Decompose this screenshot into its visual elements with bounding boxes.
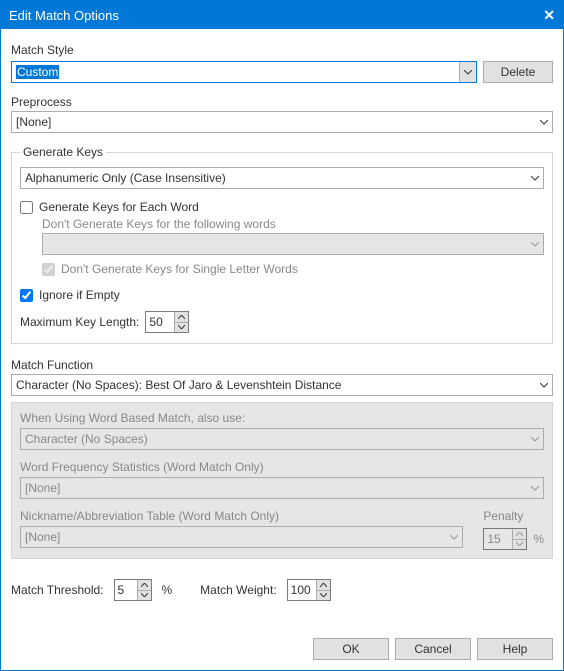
chevron-up-icon[interactable] (138, 580, 151, 590)
action-bar: OK Cancel Help (1, 629, 563, 670)
preprocess-value: [None] (16, 115, 51, 129)
help-button[interactable]: Help (477, 638, 553, 660)
chevron-down-icon[interactable] (175, 322, 188, 333)
title-bar: Edit Match Options ✕ (1, 1, 563, 29)
ignore-empty-label: Ignore if Empty (39, 288, 120, 302)
word-based-value: Character (No Spaces) (25, 432, 148, 446)
match-weight-input[interactable] (288, 580, 316, 600)
each-word-checkbox[interactable] (20, 201, 33, 214)
preprocess-combo[interactable]: [None] (11, 111, 553, 133)
penalty-label: Penalty (483, 509, 544, 526)
match-threshold-stepper[interactable] (114, 579, 152, 601)
close-icon[interactable]: ✕ (543, 7, 555, 24)
freq-stats-combo: [None] (20, 477, 544, 499)
match-function-combo[interactable]: Character (No Spaces): Best Of Jaro & Le… (11, 374, 553, 396)
word-based-combo: Character (No Spaces) (20, 428, 544, 450)
generate-keys-group: Generate Keys Alphanumeric Only (Case In… (11, 145, 553, 344)
delete-button[interactable]: Delete (483, 61, 553, 83)
freq-stats-value: [None] (25, 481, 60, 495)
penalty-stepper (483, 528, 527, 550)
match-weight-label: Match Weight: (200, 583, 276, 597)
match-style-label: Match Style (11, 39, 553, 59)
chevron-down-icon (445, 527, 462, 547)
match-threshold-input[interactable] (115, 580, 137, 600)
match-style-combo[interactable]: Custom (11, 61, 477, 83)
max-key-length-input[interactable] (146, 312, 174, 332)
max-key-length-label: Maximum Key Length: (20, 315, 139, 329)
penalty-pct: % (533, 532, 544, 546)
chevron-down-icon[interactable] (138, 590, 151, 601)
match-style-value: Custom (16, 65, 59, 79)
match-threshold-label: Match Threshold: (11, 583, 104, 597)
single-letter-label: Don't Generate Keys for Single Letter Wo… (61, 262, 298, 276)
chevron-down-icon (513, 539, 526, 550)
single-letter-checkbox (42, 263, 55, 276)
window-title: Edit Match Options (9, 8, 119, 23)
chevron-down-icon (526, 478, 543, 498)
match-function-subgroup: When Using Word Based Match, also use: C… (11, 402, 553, 559)
chevron-down-icon[interactable] (459, 62, 476, 82)
penalty-input (484, 529, 512, 549)
word-based-label: When Using Word Based Match, also use: (20, 411, 544, 428)
nickname-combo: [None] (20, 526, 463, 548)
dialog-content: Match Style Custom Delete Preprocess [No… (1, 29, 563, 629)
generate-keys-value: Alphanumeric Only (Case Insensitive) (25, 171, 226, 185)
chevron-down-icon[interactable] (526, 168, 543, 188)
chevron-up-icon (513, 529, 526, 539)
chevron-down-icon[interactable] (535, 375, 552, 395)
following-words-label: Don't Generate Keys for the following wo… (42, 217, 544, 233)
threshold-pct: % (162, 583, 173, 597)
ok-button[interactable]: OK (313, 638, 389, 660)
each-word-label: Generate Keys for Each Word (39, 200, 199, 214)
nickname-label: Nickname/Abbreviation Table (Word Match … (20, 509, 463, 526)
chevron-down-icon (526, 429, 543, 449)
following-words-combo (42, 233, 544, 255)
chevron-down-icon[interactable] (535, 112, 552, 132)
generate-keys-legend: Generate Keys (20, 145, 106, 159)
chevron-up-icon[interactable] (175, 312, 188, 322)
chevron-up-icon[interactable] (317, 580, 330, 590)
preprocess-label: Preprocess (11, 91, 553, 111)
generate-keys-combo[interactable]: Alphanumeric Only (Case Insensitive) (20, 167, 544, 189)
freq-stats-label: Word Frequency Statistics (Word Match On… (20, 460, 544, 477)
ignore-empty-checkbox[interactable] (20, 289, 33, 302)
nickname-value: [None] (25, 530, 60, 544)
match-function-value: Character (No Spaces): Best Of Jaro & Le… (16, 378, 341, 392)
match-weight-stepper[interactable] (287, 579, 331, 601)
chevron-down-icon (526, 234, 543, 254)
cancel-button[interactable]: Cancel (395, 638, 471, 660)
chevron-down-icon[interactable] (317, 590, 330, 601)
match-function-label: Match Function (11, 354, 553, 374)
max-key-length-stepper[interactable] (145, 311, 189, 333)
